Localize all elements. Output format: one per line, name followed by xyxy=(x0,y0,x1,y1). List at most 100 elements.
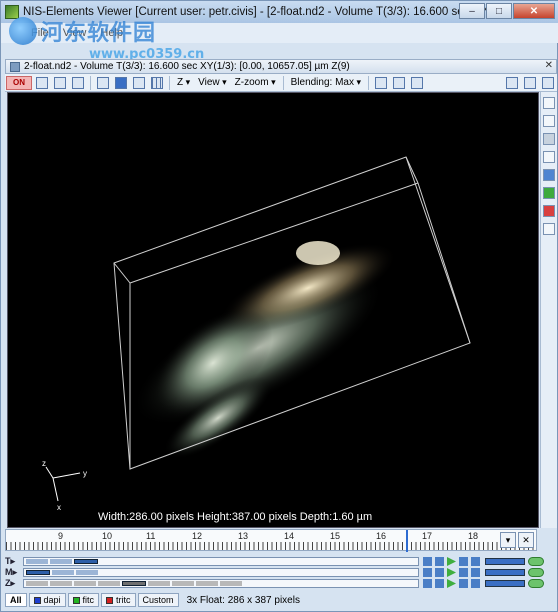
profile-icon[interactable] xyxy=(52,76,68,90)
m-speed-slider[interactable] xyxy=(485,569,525,576)
timeline-ruler[interactable]: 9 10 11 12 13 14 15 16 17 18 ▾ ✕ xyxy=(5,529,537,552)
tab-tritc[interactable]: tritc xyxy=(101,593,136,607)
tab-tritc-label: tritc xyxy=(116,595,131,605)
zoom-in-icon[interactable] xyxy=(522,76,538,90)
t-speed-slider[interactable] xyxy=(485,558,525,565)
ruler-close-icon[interactable]: ✕ xyxy=(518,532,534,548)
ruler-label: 17 xyxy=(422,531,433,541)
cube-green-icon[interactable] xyxy=(543,187,555,199)
z-segment[interactable] xyxy=(220,581,242,586)
ruler-label: 10 xyxy=(102,531,113,541)
fill-icon[interactable] xyxy=(113,76,129,90)
light-icon[interactable] xyxy=(409,76,425,90)
lut-icon[interactable] xyxy=(70,76,86,90)
z-segment[interactable] xyxy=(196,581,218,586)
next-frame-icon[interactable] xyxy=(459,568,468,577)
m-segment[interactable] xyxy=(76,570,98,575)
cube-red-icon[interactable] xyxy=(543,205,555,217)
blending-dropdown[interactable]: Blending: Max xyxy=(287,77,365,88)
play-icon[interactable] xyxy=(447,568,456,577)
fit-icon[interactable] xyxy=(504,76,520,90)
cube-icon[interactable] xyxy=(373,76,389,90)
tab-custom[interactable]: Custom xyxy=(137,593,179,607)
first-frame-icon[interactable] xyxy=(423,568,432,577)
last-frame-icon[interactable] xyxy=(471,557,480,566)
last-frame-icon[interactable] xyxy=(471,579,480,588)
z-loop-icon[interactable] xyxy=(528,579,544,588)
grid-icon[interactable] xyxy=(149,76,165,90)
frame-icon[interactable] xyxy=(95,76,111,90)
ruler-down-icon[interactable]: ▾ xyxy=(500,532,516,548)
z-dimension-row: Z▸ xyxy=(5,578,557,589)
t-slider[interactable] xyxy=(23,557,419,566)
tab-fitc[interactable]: fitc xyxy=(67,593,100,607)
m-slider[interactable] xyxy=(23,568,419,577)
z-segment[interactable] xyxy=(148,581,170,586)
window-controls: – □ ✕ xyxy=(458,3,555,19)
toolbar-separator xyxy=(282,75,284,90)
prev-frame-icon[interactable] xyxy=(435,579,444,588)
dimensions-readout: Width:286.00 pixels Height:387.00 pixels… xyxy=(98,511,373,523)
maximize-button[interactable]: □ xyxy=(486,3,512,19)
prev-frame-icon[interactable] xyxy=(435,568,444,577)
z-segment[interactable] xyxy=(172,581,194,586)
side-toolbar xyxy=(540,92,557,528)
zoom-out-icon[interactable] xyxy=(540,76,556,90)
last-frame-icon[interactable] xyxy=(471,568,480,577)
document-close-icon[interactable]: ✕ xyxy=(545,60,553,71)
first-frame-icon[interactable] xyxy=(423,557,432,566)
cube-blue-icon[interactable] xyxy=(543,169,555,181)
m-loop-icon[interactable] xyxy=(528,568,544,577)
m-dimension-row: M▸ xyxy=(5,567,557,578)
m-segment[interactable] xyxy=(52,570,74,575)
next-frame-icon[interactable] xyxy=(459,557,468,566)
histogram-icon[interactable] xyxy=(34,76,50,90)
on-toggle-button[interactable]: ON xyxy=(6,75,32,90)
ruler-label: 13 xyxy=(238,531,249,541)
tab-all[interactable]: All xyxy=(5,593,27,607)
z-segment[interactable] xyxy=(74,581,96,586)
t-dimension-row: T▸ xyxy=(5,556,557,567)
tab-fitc-label: fitc xyxy=(82,595,95,605)
first-frame-icon[interactable] xyxy=(423,579,432,588)
z-segment[interactable] xyxy=(98,581,120,586)
next-frame-icon[interactable] xyxy=(459,579,468,588)
t-segment-current[interactable] xyxy=(74,559,98,564)
t-row-label: T▸ xyxy=(5,556,16,566)
close-button[interactable]: ✕ xyxy=(513,3,555,19)
play-icon[interactable] xyxy=(447,557,456,566)
z-segment[interactable] xyxy=(50,581,72,586)
save-view-icon[interactable] xyxy=(543,115,555,127)
z-dropdown[interactable]: Z xyxy=(173,77,194,88)
reset-icon[interactable] xyxy=(543,223,555,235)
t-segment[interactable] xyxy=(26,559,48,564)
cube-outline-icon[interactable] xyxy=(543,151,555,163)
axis-label-y: y xyxy=(83,469,87,478)
ruler-position-marker[interactable] xyxy=(406,530,408,552)
zzoom-dropdown[interactable]: Z-zoom xyxy=(231,77,280,88)
axes-icon[interactable] xyxy=(391,76,407,90)
tritc-swatch xyxy=(106,596,114,604)
view-dropdown[interactable]: View xyxy=(194,77,231,88)
t-segment[interactable] xyxy=(50,559,72,564)
document-icon xyxy=(10,61,20,72)
m-segment-current[interactable] xyxy=(26,570,50,575)
m-playback-controls xyxy=(423,568,483,577)
z-speed-slider[interactable] xyxy=(485,580,525,587)
volume-viewer[interactable]: z y x Width:286.00 pixels Height:387.00 … xyxy=(7,92,539,528)
play-icon[interactable] xyxy=(447,579,456,588)
t-loop-icon[interactable] xyxy=(528,557,544,566)
z-slider[interactable] xyxy=(23,579,419,588)
axis-label-x: x xyxy=(57,503,61,512)
ruler-label: 9 xyxy=(58,531,64,541)
z-segment[interactable] xyxy=(26,581,48,586)
toolbar-separator xyxy=(368,75,370,90)
z-segment-current[interactable] xyxy=(122,581,146,586)
minimize-button[interactable]: – xyxy=(459,3,485,19)
settings-icon[interactable] xyxy=(543,133,555,145)
toolbar-separator xyxy=(90,75,91,90)
export-icon[interactable] xyxy=(543,97,555,109)
render-icon[interactable] xyxy=(131,76,147,90)
tab-dapi[interactable]: dapi xyxy=(28,593,66,607)
prev-frame-icon[interactable] xyxy=(435,557,444,566)
